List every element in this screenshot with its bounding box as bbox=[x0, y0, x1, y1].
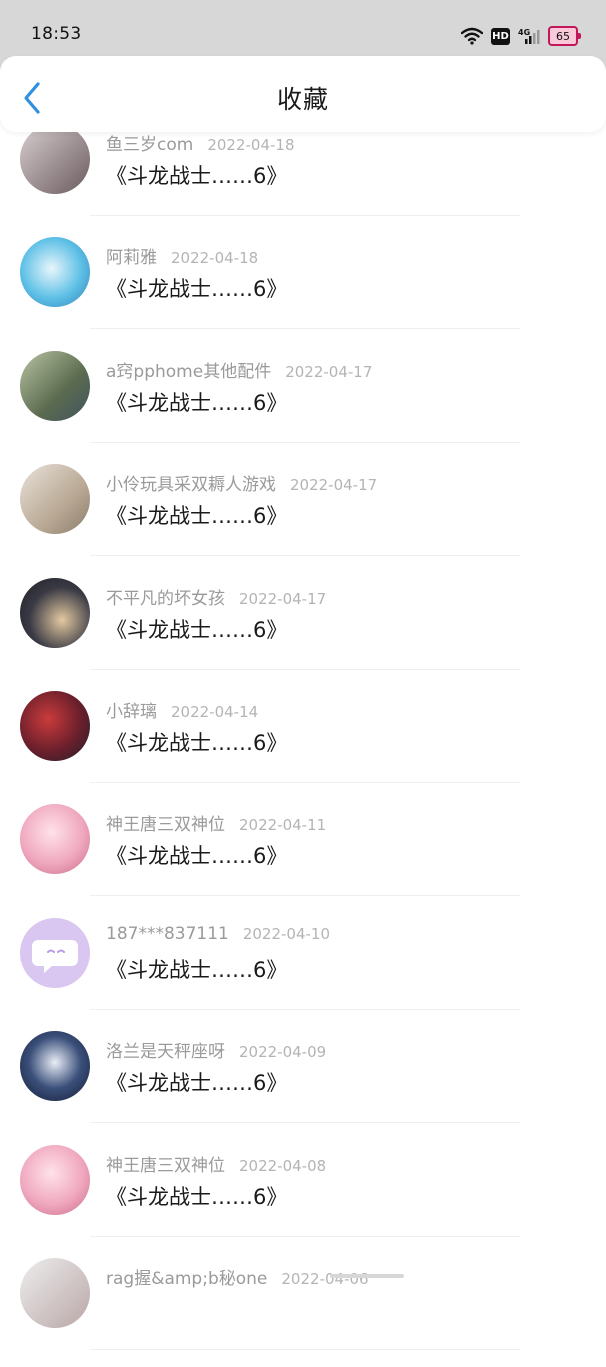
divider bbox=[90, 1122, 520, 1124]
item-meta: 鱼三岁com 2022-04-18 bbox=[106, 130, 295, 155]
post-date: 2022-04-17 bbox=[239, 589, 327, 608]
username[interactable]: a窍pphome其他配件 bbox=[106, 362, 271, 382]
avatar[interactable] bbox=[20, 691, 90, 761]
item-meta: 187***837111 2022-04-10 bbox=[106, 924, 330, 944]
avatar[interactable] bbox=[20, 577, 90, 648]
post-date: 2022-04-17 bbox=[285, 362, 373, 381]
list-item[interactable]: 187***837111 2022-04-10 《斗龙战士……6》 bbox=[0, 914, 606, 1027]
item-meta: 神王唐三双神位 2022-04-11 bbox=[106, 810, 326, 835]
favorite-title[interactable]: 《斗龙战士……6》 bbox=[106, 840, 287, 870]
favorite-title[interactable]: 《斗龙战士……6》 bbox=[106, 500, 287, 530]
item-meta: 小辞璃 2022-04-14 bbox=[106, 697, 258, 722]
favorite-title[interactable]: 《斗龙战士……6》 bbox=[106, 1181, 287, 1211]
favorite-title[interactable]: 《斗龙战士……6》 bbox=[106, 954, 287, 984]
divider bbox=[90, 555, 520, 557]
post-date: 2022-04-14 bbox=[171, 703, 259, 721]
favorites-list: 鱼三岁com 2022-04-18 《斗龙战士……6》 阿莉雅 2022-04-18 《斗… bbox=[0, 0, 606, 1350]
avatar[interactable] bbox=[20, 1144, 90, 1215]
divider bbox=[90, 1235, 520, 1237]
favorite-title[interactable]: 《斗龙战士……6》 bbox=[106, 727, 287, 757]
status-icons: HD 4G 65 bbox=[461, 24, 581, 48]
username[interactable]: 小伶玩具采双耨人游戏 bbox=[106, 475, 276, 495]
item-meta: 阿莉雅 2022-04-18 bbox=[106, 243, 258, 268]
list-item[interactable]: 洛兰是天秤座呀 2022-04-09 《斗龙战士……6》 bbox=[0, 1027, 606, 1140]
username[interactable]: 187***837111 bbox=[106, 924, 229, 944]
avatar[interactable] bbox=[20, 1031, 90, 1102]
item-meta: 神王唐三双神位 2022-04-08 bbox=[106, 1151, 326, 1176]
hd-icon: HD bbox=[491, 27, 510, 45]
list-item[interactable]: rag握&amp;b秘one 2022-04-06 bbox=[0, 1254, 606, 1367]
chat-bubble-icon bbox=[32, 939, 78, 973]
list-item[interactable]: 小伶玩具采双耨人游戏 2022-04-17 《斗龙战士……6》 bbox=[0, 460, 606, 573]
username[interactable]: 神王唐三双神位 bbox=[106, 1156, 225, 1176]
divider bbox=[90, 895, 520, 897]
username[interactable]: 小辞璃 bbox=[106, 702, 157, 722]
username[interactable]: 鱼三岁com bbox=[106, 135, 193, 155]
post-date: 2022-04-08 bbox=[239, 1156, 327, 1175]
item-meta: 洛兰是天秤座呀 2022-04-09 bbox=[106, 1037, 326, 1062]
signal-4g-icon: 4G bbox=[518, 28, 540, 44]
list-item[interactable]: 阿莉雅 2022-04-18 《斗龙战士……6》 bbox=[0, 233, 606, 346]
list-item[interactable]: 鱼三岁com 2022-04-18 《斗龙战士……6》 bbox=[0, 120, 606, 233]
divider bbox=[90, 782, 520, 783]
post-date: 2022-04-17 bbox=[290, 476, 378, 495]
app-header: 收藏 bbox=[0, 56, 606, 132]
battery-icon: 65 bbox=[548, 26, 581, 46]
favorite-title[interactable]: 《斗龙战士……6》 bbox=[106, 387, 287, 417]
item-meta: a窍pphome其他配件 2022-04-17 bbox=[106, 357, 372, 382]
post-date: 2022-04-11 bbox=[239, 816, 327, 835]
page-title: 收藏 bbox=[276, 85, 329, 114]
favorite-title[interactable]: 《斗龙战士……6》 bbox=[106, 273, 287, 303]
username[interactable]: 阿莉雅 bbox=[106, 248, 157, 268]
network-type: 4G bbox=[518, 28, 530, 37]
post-date: 2022-04-18 bbox=[207, 136, 295, 154]
list-item[interactable]: 不平凡的坏女孩 2022-04-17 《斗龙战士……6》 bbox=[0, 574, 606, 687]
username[interactable]: 不平凡的坏女孩 bbox=[106, 589, 225, 609]
username[interactable]: 洛兰是天秤座呀 bbox=[106, 1042, 225, 1062]
favorite-title[interactable]: 《斗龙战士……6》 bbox=[106, 614, 287, 644]
post-date: 2022-04-06 bbox=[281, 1270, 369, 1288]
list-item[interactable]: a窍pphome其他配件 2022-04-17 《斗龙战士……6》 bbox=[0, 347, 606, 460]
post-date: 2022-04-10 bbox=[242, 924, 331, 943]
avatar[interactable] bbox=[20, 804, 90, 875]
divider bbox=[90, 1349, 520, 1350]
username[interactable]: 神王唐三双神位 bbox=[106, 815, 225, 835]
item-meta: 小伶玩具采双耨人游戏 2022-04-17 bbox=[106, 470, 377, 495]
avatar[interactable] bbox=[20, 464, 90, 535]
divider bbox=[90, 328, 520, 330]
favorite-title[interactable]: 《斗龙战士……6》 bbox=[106, 160, 287, 190]
list-item[interactable]: 小辞璃 2022-04-14 《斗龙战士……6》 bbox=[0, 687, 606, 800]
post-date: 2022-04-09 bbox=[239, 1043, 327, 1062]
avatar[interactable] bbox=[20, 1258, 90, 1328]
battery-level: 65 bbox=[556, 29, 570, 43]
avatar[interactable] bbox=[20, 350, 90, 421]
wifi-icon bbox=[461, 27, 483, 45]
post-date: 2022-04-18 bbox=[171, 249, 259, 268]
item-meta: 不平凡的坏女孩 2022-04-17 bbox=[106, 584, 326, 609]
list-item[interactable]: 神王唐三双神位 2022-04-08 《斗龙战士……6》 bbox=[0, 1141, 606, 1254]
divider bbox=[90, 1008, 520, 1010]
favorite-title[interactable]: 《斗龙战士……6》 bbox=[106, 1067, 287, 1097]
divider bbox=[90, 441, 520, 443]
avatar[interactable] bbox=[20, 917, 90, 988]
divider bbox=[90, 215, 520, 216]
status-time: 18:53 bbox=[31, 24, 82, 44]
divider bbox=[90, 668, 520, 670]
avatar[interactable] bbox=[20, 237, 90, 308]
list-item[interactable]: 神王唐三双神位 2022-04-11 《斗龙战士……6》 bbox=[0, 800, 606, 913]
avatar[interactable] bbox=[20, 124, 90, 194]
scroll-indicator bbox=[330, 1274, 404, 1278]
username[interactable]: rag握&amp;b秘one bbox=[106, 1269, 267, 1289]
